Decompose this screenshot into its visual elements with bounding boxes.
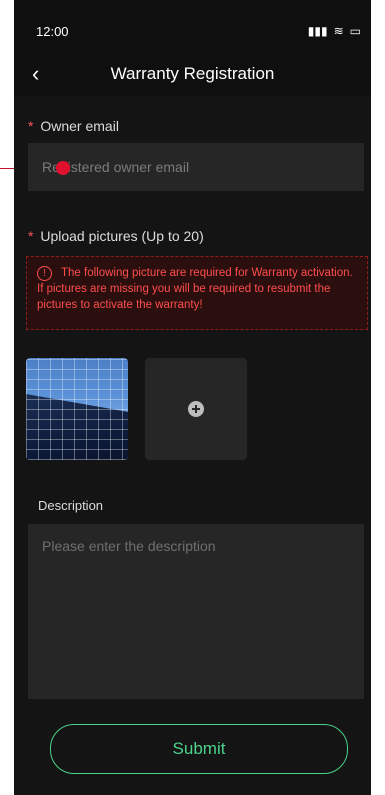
upload-warning-text: The following picture are required for W… (37, 267, 353, 311)
phone-screen: 12:00 ▮▮▮ ≋ ▭ ‹ Warranty Registration * … (14, 0, 371, 795)
add-icon (188, 401, 204, 417)
status-bar: 12:00 ▮▮▮ ≋ ▭ (14, 0, 371, 60)
pointer-dot (56, 161, 70, 175)
owner-email-label: * Owner email (28, 118, 119, 134)
upload-label-text: Upload pictures (Up to 20) (40, 228, 204, 244)
wifi-icon: ≋ (333, 24, 344, 38)
status-icons: ▮▮▮ ≋ ▭ (308, 24, 361, 38)
signal-icon: ▮▮▮ (307, 24, 328, 38)
description-label: Description (38, 498, 104, 513)
add-picture-button[interactable] (145, 358, 247, 460)
navigation-bar: ‹ Warranty Registration (14, 60, 371, 96)
upload-label: * Upload pictures (Up to 20) (28, 228, 204, 244)
form-content: * Owner email Registered owner email * U… (14, 96, 371, 795)
owner-email-input[interactable]: Registered owner email (28, 143, 364, 191)
upload-warning: ! The following picture are required for… (26, 256, 368, 330)
submit-button[interactable]: Submit (50, 724, 348, 774)
status-time: 12:00 (36, 24, 69, 39)
battery-icon: ▭ (349, 24, 361, 38)
required-mark: * (28, 118, 34, 134)
info-icon: ! (37, 266, 52, 281)
owner-email-label-text: Owner email (40, 118, 119, 134)
uploaded-picture-thumbnail[interactable] (26, 358, 128, 460)
page-title: Warranty Registration (110, 64, 275, 83)
description-textarea[interactable]: Please enter the description (28, 524, 364, 699)
solar-panel-grid (26, 358, 128, 460)
required-mark: * (28, 228, 34, 244)
